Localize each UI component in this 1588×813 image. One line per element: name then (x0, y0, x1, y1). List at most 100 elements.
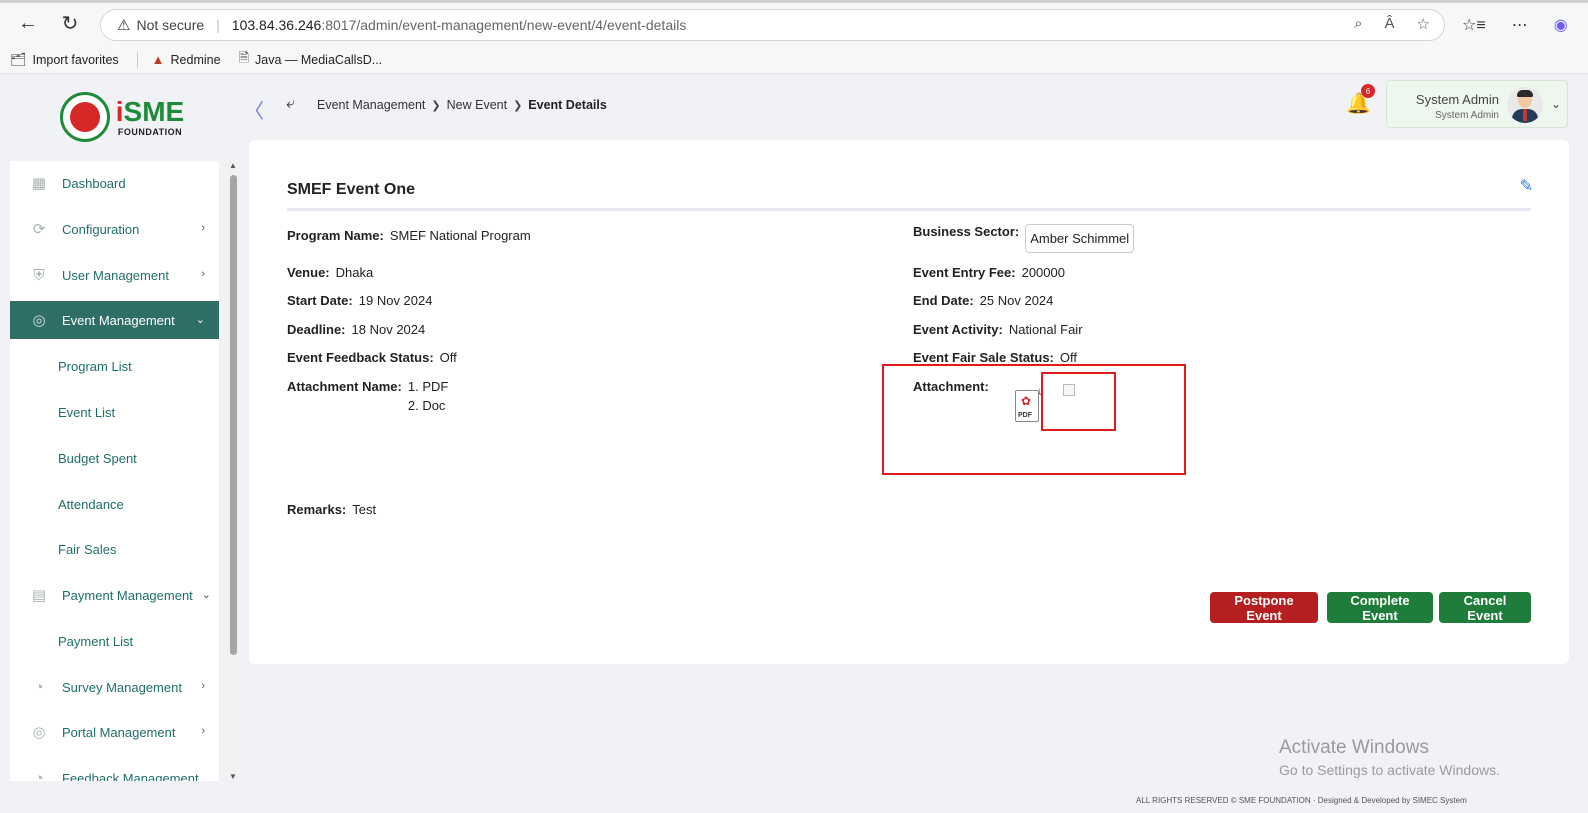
field-label: Attachment Name: (287, 379, 402, 394)
logo-subtitle: FOUNDATION (117, 127, 183, 137)
url-host: 103.84.36.246 (231, 17, 322, 33)
breadcrumb: Event Management ❯ New Event ❯ Event Det… (317, 98, 607, 112)
cancel-event-button[interactable]: Cancel Event (1439, 592, 1531, 623)
refresh-icon[interactable]: ↻ (52, 5, 88, 41)
breadcrumb-item[interactable]: Event Management (317, 98, 425, 112)
more-menu-icon[interactable]: ⋯ (1512, 15, 1528, 35)
collapse-sidebar-icon[interactable]: 〈 (244, 95, 264, 124)
import-folder-icon: 🗂 (10, 51, 27, 67)
favorite-java[interactable]: 🗎 Java — MediaCallsD... (239, 49, 383, 71)
sidebar-item-payment-management[interactable]: ▤ Payment Management ⌄ (10, 576, 219, 614)
sidebar-item-budget-spent[interactable]: Budget Spent (10, 443, 219, 473)
sidebar-scrollbar[interactable]: ▲ ▼ (227, 161, 239, 781)
field-label: Venue: (287, 265, 330, 280)
portal-icon: ◎ (32, 724, 46, 741)
field-value: Off (1059, 350, 1077, 365)
sidebar-item-label: Program List (58, 358, 132, 374)
scroll-up-arrow-icon[interactable]: ▲ (229, 161, 237, 170)
back-arrow-icon[interactable]: ← (10, 5, 46, 41)
chevron-down-icon: ⌄ (195, 314, 205, 326)
deadline-field: Deadline: 18 Nov 2024 (287, 322, 425, 337)
field-value: 18 Nov 2024 (351, 322, 426, 337)
sidebar-item-user-management[interactable]: ⛨ User Management › (10, 256, 219, 294)
sidebar-item-program-list[interactable]: Program List (10, 351, 219, 381)
sidebar-item-payment-list[interactable]: Payment List (10, 626, 219, 656)
zoom-icon[interactable]: ⌕ (1354, 15, 1362, 33)
highlight-box (882, 364, 1186, 475)
logo-brand: i SME (115, 96, 185, 127)
sidebar: ▦ Dashboard ⟳ Configuration › ⛨ User Man… (10, 161, 219, 781)
chevron-down-icon: ⌄ (1550, 97, 1561, 111)
field-label: End Date: (913, 293, 974, 308)
field-value: Test (352, 502, 377, 517)
field-label: Program Name: (287, 228, 384, 243)
postpone-event-button[interactable]: Postpone Event (1210, 592, 1318, 623)
entry-fee-field: Event Entry Fee: 200000 (913, 265, 1065, 280)
address-bar[interactable]: ⚠ Not secure | 103.84.36.246:8017/admin/… (100, 9, 1445, 41)
sidebar-item-label: Survey Management (62, 679, 182, 695)
url-path: :8017/admin/event-management/new-event/4… (321, 17, 687, 33)
field-value: Off (439, 350, 457, 365)
sidebar-item-label: Payment List (58, 633, 134, 649)
sidebar-item-label: Event Management (62, 312, 175, 328)
favorite-import[interactable]: 🗂 Import favorites (10, 52, 119, 68)
user-menu[interactable]: System Admin System Admin ⌄ (1386, 80, 1568, 128)
favorite-label: Import favorites (32, 52, 119, 67)
scroll-thumb[interactable] (230, 175, 237, 655)
favorite-star-icon[interactable]: ☆ (1417, 15, 1430, 33)
copilot-icon[interactable]: ◉ (1554, 15, 1568, 35)
footer-copyright: ALL RIGHTS RESERVED © SME FOUNDATION · D… (1136, 796, 1467, 805)
favorites-list-icon[interactable]: ☆≡ (1462, 15, 1486, 35)
feedback-icon: ◔ (34, 769, 44, 782)
edit-icon[interactable]: ✎ (1520, 176, 1533, 196)
sidebar-item-event-management[interactable]: ◎ Event Management ⌄ (10, 301, 219, 339)
favorite-label: Java — MediaCallsD... (255, 52, 383, 67)
sidebar-item-configuration[interactable]: ⟳ Configuration › (10, 210, 219, 248)
list-item: 1. PDF (407, 379, 449, 394)
pie-chart-icon: ◔ (34, 678, 44, 696)
field-label: Event Feedback Status: (287, 350, 434, 365)
read-aloud-icon[interactable]: Â (1385, 15, 1395, 33)
venue-field: Venue: Dhaka (287, 265, 373, 280)
sidebar-item-feedback-management[interactable]: ◔ Feedback Management (10, 759, 219, 782)
sidebar-item-label: Budget Spent (58, 450, 137, 466)
breadcrumb-current: Event Details (528, 98, 607, 112)
remarks-field: Remarks: Test (287, 502, 376, 517)
sidebar-item-survey-management[interactable]: ◔ Survey Management › (10, 668, 219, 706)
sidebar-item-dashboard[interactable]: ▦ Dashboard (10, 164, 219, 202)
sidebar-item-portal-management[interactable]: ◎ Portal Management › (10, 713, 219, 751)
sidebar-item-label: Configuration (62, 221, 140, 237)
logo[interactable]: i SME FOUNDATION (4, 77, 240, 157)
chevron-right-icon: › (201, 680, 205, 692)
configuration-icon: ⟳ (32, 221, 46, 238)
chevron-right-icon: › (201, 268, 205, 280)
field-label: Start Date: (287, 293, 353, 308)
business-sector-tag: Amber Schimmel (1025, 224, 1135, 253)
event-details-card: SMEF Event One ✎ Program Name: SMEF Natio… (249, 140, 1569, 664)
complete-event-button[interactable]: Complete Event (1327, 592, 1433, 623)
sidebar-item-attendance[interactable]: Attendance (10, 489, 219, 519)
browser-right-actions: ☆≡ ⋯ ◉ (1462, 15, 1568, 35)
breadcrumb-item[interactable]: New Event (447, 98, 507, 112)
sidebar-item-event-list[interactable]: Event List (10, 397, 219, 427)
attachment-name-field: Attachment Name: 1. PDF 2. Doc (287, 379, 448, 415)
sidebar-item-label: Portal Management (62, 724, 176, 740)
field-label: Event Entry Fee: (913, 265, 1016, 280)
attachment-name-list: 1. PDF 2. Doc (408, 377, 448, 415)
page-icon: 🗎 (238, 49, 250, 65)
chevron-right-icon: › (201, 222, 205, 234)
business-sector-field: Business Sector: Amber Schimmel (913, 224, 1135, 253)
sidebar-item-label: Feedback Management (62, 770, 199, 782)
sidebar-item-fair-sales[interactable]: Fair Sales (10, 534, 219, 564)
sidebar-item-label: Payment Management (62, 587, 193, 603)
field-value: Dhaka (335, 265, 374, 280)
dashboard-icon: ▦ (31, 175, 47, 192)
scroll-down-arrow-icon[interactable]: ▼ (229, 772, 237, 781)
user-role: System Admin (1435, 110, 1499, 121)
event-icon: ◎ (32, 312, 46, 329)
favorite-redmine[interactable]: ▲ Redmine (152, 52, 221, 67)
user-name: System Admin (1415, 92, 1499, 107)
field-label: Event Activity: (913, 322, 1003, 337)
back-icon[interactable]: ⤶ (286, 95, 295, 113)
sidebar-item-label: User Management (62, 267, 169, 283)
